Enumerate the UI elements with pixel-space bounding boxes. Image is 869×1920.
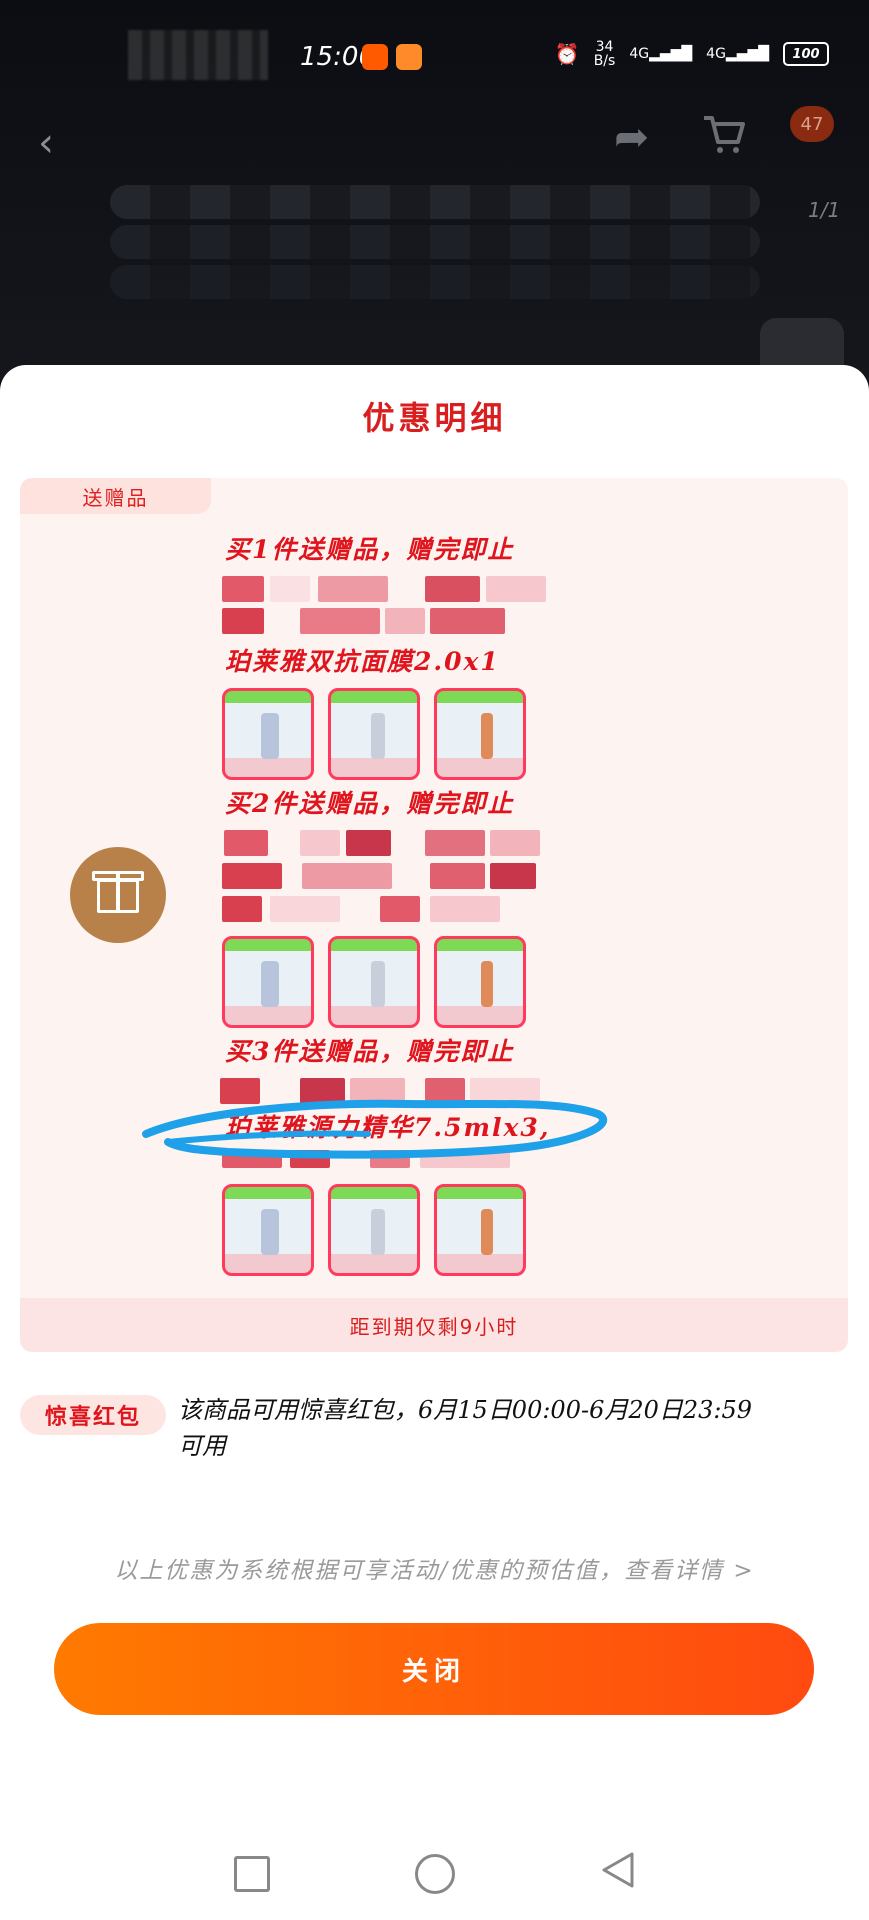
tier3-thumbnails <box>222 1184 526 1276</box>
alarm-icon: ⏰ <box>554 42 580 66</box>
video-app-icon <box>396 44 422 70</box>
weibo-icon <box>362 44 388 70</box>
blurred-product-image <box>110 225 760 259</box>
hongbao-text: 该商品可用惊喜红包，6月15日00:00-6月20日23:59可用 <box>178 1396 753 1460</box>
share-icon[interactable]: ➦ <box>614 112 649 161</box>
disclaimer-link[interactable]: 以上优惠为系统根据可享活动/优惠的预估值，查看详情 > <box>0 1551 869 1585</box>
signal-icon: 4G▂▄▆█ <box>706 46 769 62</box>
sheet-title: 优惠明细 <box>362 399 507 437</box>
status-bar: 15:06 ⏰ 34 B/s 4G▂▄▆█ 4G▂▄▆█ 100 <box>0 30 869 90</box>
product-thumbnail[interactable] <box>222 1184 314 1276</box>
status-right: ⏰ 34 B/s 4G▂▄▆█ 4G▂▄▆█ 100 <box>555 40 829 68</box>
back-triangle-icon[interactable] <box>600 1850 636 1890</box>
page-indicator: 1/1 <box>808 198 841 222</box>
gift-icon <box>70 847 166 943</box>
gift-tag: 送赠品 <box>20 478 211 514</box>
chevron-left-icon[interactable]: ‹ <box>38 120 54 166</box>
home-icon[interactable] <box>415 1854 455 1894</box>
product-thumbnail[interactable] <box>328 1184 420 1276</box>
gift-card: 送赠品 买1件送赠品，赠完即止 珀莱雅双抗面膜2.0x1 买2件送赠品，赠完即止 <box>20 478 848 1352</box>
tier1-item: 珀莱雅双抗面膜2.0x1 <box>225 647 500 676</box>
cart-icon[interactable] <box>700 110 748 158</box>
recent-apps-icon[interactable] <box>234 1856 270 1892</box>
expiry-footer: 距到期仅剩9小时 <box>20 1298 848 1352</box>
cart-badge: 47 <box>790 106 834 142</box>
close-button[interactable]: 关闭 <box>54 1623 814 1715</box>
blurred-product-image <box>110 265 760 299</box>
net-speed: 34 B/s <box>593 39 616 69</box>
product-thumbnail[interactable] <box>222 688 314 780</box>
product-thumbnail[interactable] <box>222 936 314 1028</box>
battery-icon: 100 <box>783 42 829 66</box>
product-thumbnail[interactable] <box>328 936 420 1028</box>
signal-icon: 4G▂▄▆█ <box>629 46 693 62</box>
blurred-product-image <box>110 185 760 219</box>
system-nav-bar <box>0 1830 869 1920</box>
product-thumbnail[interactable] <box>434 688 526 780</box>
product-thumbnail[interactable] <box>328 688 420 780</box>
top-nav: ‹ ➦ 47 <box>0 100 869 180</box>
tier1-thumbnails <box>222 688 526 780</box>
scribble-annotation <box>142 1099 608 1159</box>
tier2-thumbnails <box>222 936 526 1028</box>
tier3-title: 买3件送赠品，赠完即止 <box>225 1037 515 1066</box>
product-thumbnail[interactable] <box>434 1184 526 1276</box>
hongbao-tag: 惊喜红包 <box>20 1395 166 1435</box>
tier1-title: 买1件送赠品，赠完即止 <box>225 535 515 564</box>
blurred-avatar <box>128 30 268 80</box>
product-thumbnail[interactable] <box>434 936 526 1028</box>
tier2-title: 买2件送赠品，赠完即止 <box>225 789 515 818</box>
